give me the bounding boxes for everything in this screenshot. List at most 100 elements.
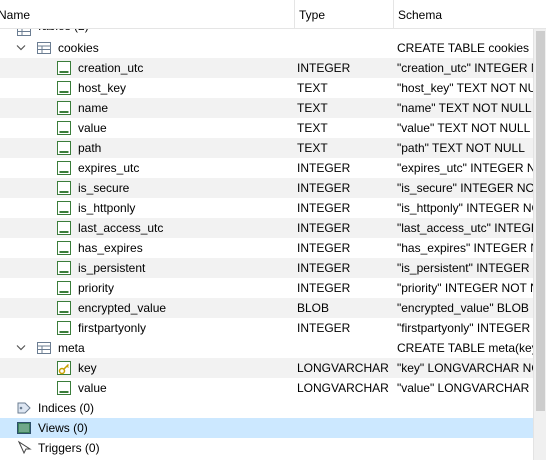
- type-cell: TEXT: [297, 121, 328, 135]
- type-cell: INTEGER: [297, 221, 351, 235]
- column-schema-header[interactable]: Schema: [393, 0, 546, 28]
- tree-row-field[interactable]: expires_utc INTEGER "expires_utc" INTEGE…: [0, 158, 533, 178]
- tree-row-field[interactable]: path TEXT "path" TEXT NOT NULL: [0, 138, 533, 158]
- field-icon: [56, 280, 72, 296]
- type-cell: INTEGER: [297, 201, 351, 215]
- schema-cell: "firstpartyonly" INTEGER NOT NULL: [397, 321, 533, 335]
- tree-row-field[interactable]: is_persistent INTEGER "is_persistent" IN…: [0, 258, 533, 278]
- schema-cell: "expires_utc" INTEGER NOT NULL: [397, 161, 533, 175]
- tree-item-label: is_secure: [78, 181, 130, 195]
- type-cell: LONGVARCHAR: [297, 381, 389, 395]
- field-icon: [56, 160, 72, 176]
- schema-cell: "path" TEXT NOT NULL: [397, 141, 525, 155]
- field-icon: [56, 240, 72, 256]
- tree-item-label: path: [78, 141, 102, 155]
- schema-cell: "value" LONGVARCHAR: [397, 381, 530, 395]
- tree-item-label: value: [78, 121, 107, 135]
- column-type-header[interactable]: Type: [294, 0, 394, 28]
- field-icon: [56, 320, 72, 336]
- chevron-down-icon[interactable]: [14, 338, 28, 358]
- schema-cell: "creation_utc" INTEGER NOT NULL UNIQUE P…: [397, 61, 533, 75]
- tree-rows: Tables (2) cookies CREATE TABLE cookies …: [0, 20, 533, 460]
- tree-row-field[interactable]: key LONGVARCHAR "key" LONGVARCHAR NOT NU…: [0, 358, 533, 378]
- tree-row-field[interactable]: creation_utc INTEGER "creation_utc" INTE…: [0, 58, 533, 78]
- type-cell: INTEGER: [297, 321, 351, 335]
- chevron-down-icon[interactable]: [14, 38, 28, 58]
- tree-row-field[interactable]: encrypted_value BLOB "encrypted_value" B…: [0, 298, 533, 318]
- field-icon: [56, 120, 72, 136]
- tree-item-label: value: [78, 381, 107, 395]
- type-cell: BLOB: [297, 301, 330, 315]
- schema-cell: "key" LONGVARCHAR NOT NULL UNIQUE PRIMAR…: [397, 361, 533, 375]
- tree-row-cookies[interactable]: cookies CREATE TABLE cookies (creation_u…: [0, 38, 533, 58]
- schema-cell: "encrypted_value" BLOB DEFAULT '': [397, 301, 533, 315]
- field-icon: [56, 260, 72, 276]
- tree-item-label: host_key: [78, 81, 127, 95]
- tree-row-field[interactable]: host_key TEXT "host_key" TEXT NOT NULL: [0, 78, 533, 98]
- type-cell: INTEGER: [297, 281, 351, 295]
- schema-cell: "last_access_utc" INTEGER NOT NULL: [397, 221, 533, 235]
- type-cell: [297, 338, 392, 358]
- type-cell: LONGVARCHAR: [297, 361, 389, 375]
- type-cell: TEXT: [297, 81, 328, 95]
- schema-cell: "value" TEXT NOT NULL: [397, 121, 531, 135]
- trigger-icon: [16, 440, 32, 456]
- schema-cell: "is_secure" INTEGER NOT NULL: [397, 181, 533, 195]
- tree-item-label: Views (0): [38, 421, 88, 435]
- tree-row-field[interactable]: value LONGVARCHAR "value" LONGVARCHAR: [0, 378, 533, 398]
- schema-cell: "priority" INTEGER NOT NULL: [397, 281, 533, 295]
- tree-row-field[interactable]: priority INTEGER "priority" INTEGER NOT …: [0, 278, 533, 298]
- tree-row-field[interactable]: has_expires INTEGER "has_expires" INTEGE…: [0, 238, 533, 258]
- tree-item-label: creation_utc: [78, 61, 144, 75]
- type-cell: INTEGER: [297, 181, 351, 195]
- field-icon: [56, 180, 72, 196]
- field-icon: [56, 300, 72, 316]
- tree-row-triggers[interactable]: Triggers (0): [0, 438, 533, 458]
- field-icon: [56, 200, 72, 216]
- field-icon: [56, 380, 72, 396]
- tree-item-label: priority: [78, 281, 115, 295]
- field-icon: [56, 60, 72, 76]
- tree-item-label: expires_utc: [78, 161, 140, 175]
- type-cell: INTEGER: [297, 241, 351, 255]
- tree-row-meta[interactable]: meta CREATE TABLE meta(key LONGVARCHAR N…: [0, 338, 533, 358]
- tree-row-field[interactable]: last_access_utc INTEGER "last_access_utc…: [0, 218, 533, 238]
- tree-item-label: is_httponly: [78, 201, 136, 215]
- schema-cell: "has_expires" INTEGER NOT NULL: [397, 241, 533, 255]
- schema-cell: CREATE TABLE cookies (creation_utc INTEG…: [397, 41, 533, 55]
- scrollbar-thumb[interactable]: [536, 31, 545, 411]
- type-cell: INTEGER: [297, 161, 351, 175]
- tree-item-label: Triggers (0): [38, 441, 100, 455]
- tree-row-field[interactable]: is_httponly INTEGER "is_httponly" INTEGE…: [0, 198, 533, 218]
- type-cell: INTEGER: [297, 261, 351, 275]
- field-icon: [56, 140, 72, 156]
- type-cell: TEXT: [297, 101, 328, 115]
- tree-row-field[interactable]: firstpartyonly INTEGER "firstpartyonly" …: [0, 318, 533, 338]
- type-cell: TEXT: [297, 141, 328, 155]
- tree-item-label: last_access_utc: [78, 221, 164, 235]
- tree-row-field[interactable]: is_secure INTEGER "is_secure" INTEGER NO…: [0, 178, 533, 198]
- tree-item-label: cookies: [58, 41, 99, 55]
- column-name-header[interactable]: Name: [0, 0, 294, 28]
- tree-item-label: key: [78, 361, 97, 375]
- tree-row-views[interactable]: Views (0): [0, 418, 533, 438]
- field-icon: [56, 80, 72, 96]
- key-icon: [56, 360, 72, 376]
- index-icon: [16, 400, 32, 416]
- column-header: Name Type Schema: [0, 0, 546, 29]
- tree-item-label: is_persistent: [78, 261, 146, 275]
- tree-row-field[interactable]: name TEXT "name" TEXT NOT NULL: [0, 98, 533, 118]
- tree-item-label: Indices (0): [38, 401, 95, 415]
- vertical-scrollbar[interactable]: [533, 29, 546, 460]
- schema-cell: "host_key" TEXT NOT NULL: [397, 81, 533, 95]
- schema-cell: CREATE TABLE meta(key LONGVARCHAR NOT NU…: [397, 341, 533, 355]
- field-icon: [56, 100, 72, 116]
- tree-item-label: firstpartyonly: [78, 321, 147, 335]
- tree-row-field[interactable]: value TEXT "value" TEXT NOT NULL: [0, 118, 533, 138]
- table-icon: [36, 340, 52, 356]
- tree-row-indices[interactable]: Indices (0): [0, 398, 533, 418]
- tree-item-label: encrypted_value: [78, 301, 167, 315]
- schema-cell: "name" TEXT NOT NULL: [397, 101, 532, 115]
- type-cell: INTEGER: [297, 61, 351, 75]
- view-icon: [16, 420, 32, 436]
